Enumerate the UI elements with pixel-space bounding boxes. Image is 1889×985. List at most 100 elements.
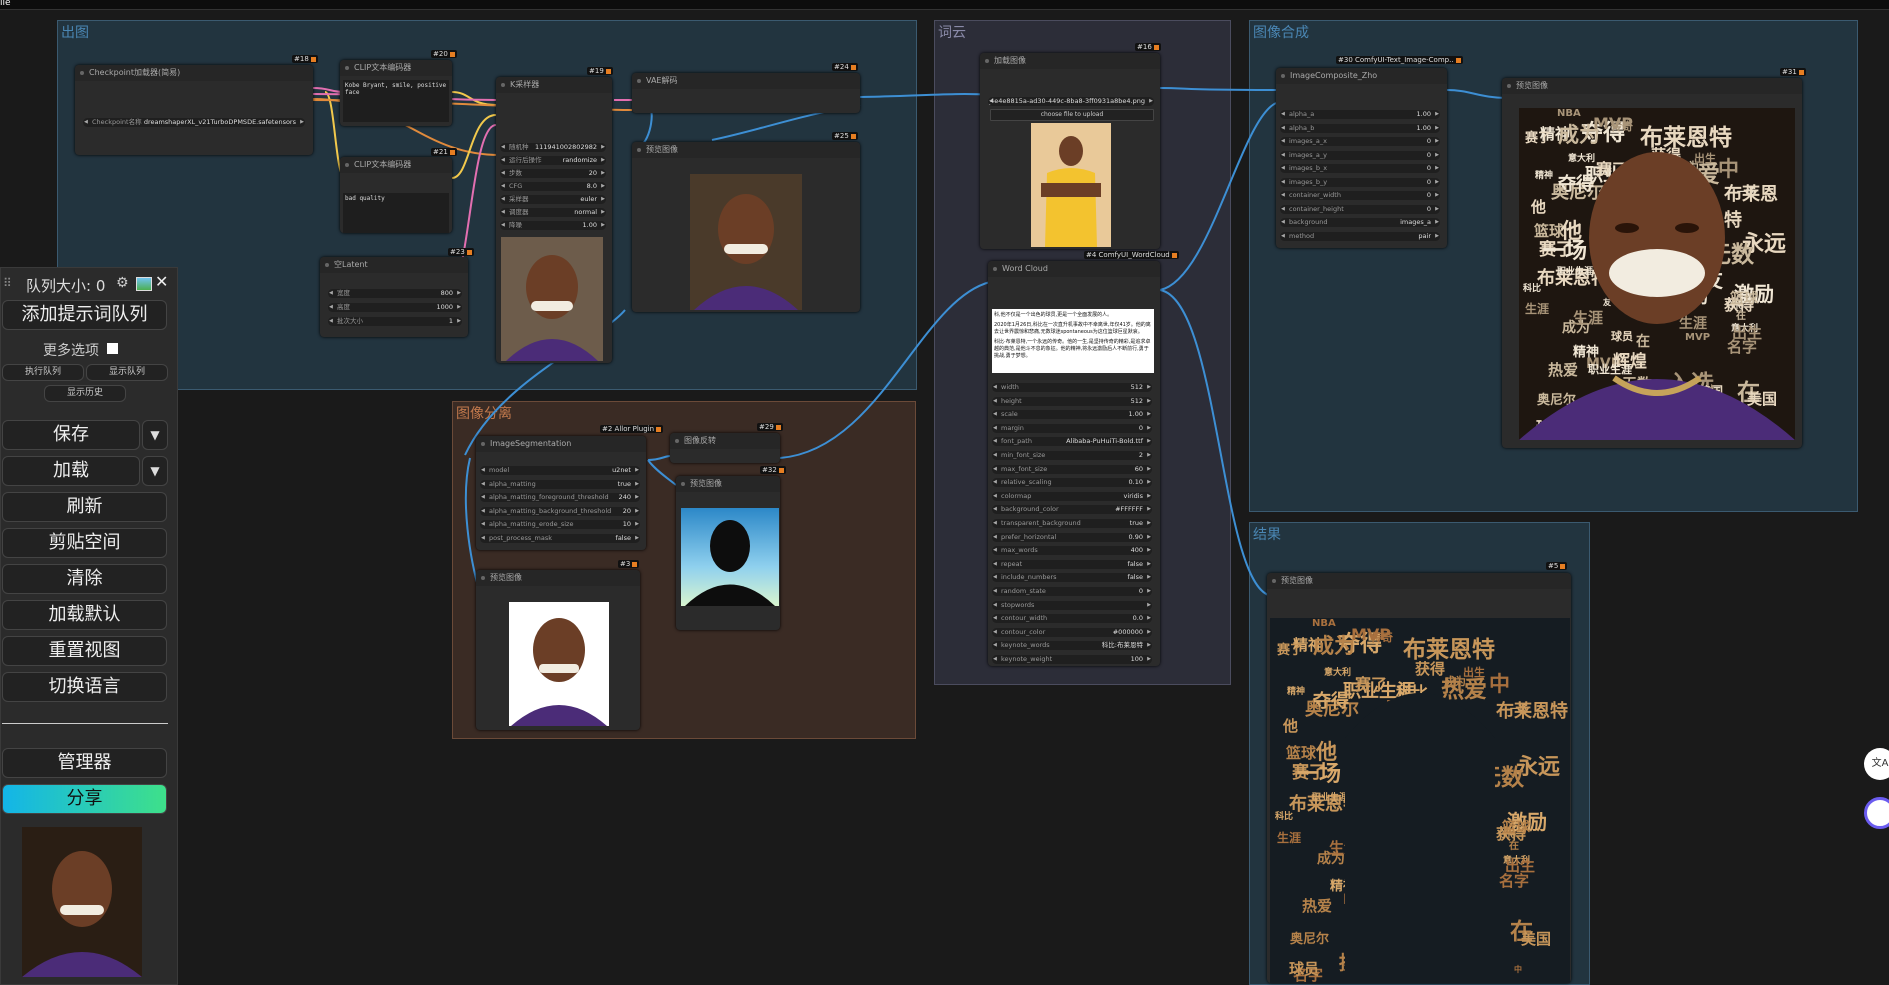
node-image-composite[interactable]: ImageComposite_Zho alpha_a 1.00 alpha_b 1.0… xyxy=(1276,68,1447,248)
node-vae-decode[interactable]: VAE解码 xyxy=(632,73,860,113)
widget-alpha-matting-foreground-threshold[interactable]: alpha_matting_foreground_threshold 240 xyxy=(480,493,640,502)
show-history-button[interactable]: 显示历史 xyxy=(44,385,126,402)
latest-output-thumbnail[interactable] xyxy=(22,827,142,977)
widget-max-font-size[interactable]: max_font_size 60 xyxy=(992,464,1152,474)
widget-height[interactable]: 高度 1000 xyxy=(328,303,462,312)
widget-label: container_height xyxy=(1289,204,1344,213)
node-preview-image-3[interactable]: 预览图像 xyxy=(476,570,640,730)
widget-label: relative_scaling xyxy=(1001,478,1052,487)
load-dropdown-caret[interactable]: ▼ xyxy=(142,456,168,486)
close-icon[interactable]: ✕ xyxy=(155,272,168,291)
widget-label: background xyxy=(1289,218,1328,226)
widget-width[interactable]: 宽度 800 xyxy=(328,289,462,298)
widget-label: max_font_size xyxy=(1001,464,1048,473)
node-checkpoint-loader[interactable]: Checkpoint加载器(简易) Checkpoint名称dreamshape… xyxy=(75,65,313,155)
wordcloud-text-input[interactable]: 科,他不仅是一个出色的球员,更是一个全面发展的人。 2020年1月26日,科比在… xyxy=(992,309,1154,373)
widget-value: pair xyxy=(1418,231,1431,240)
widget-include-numbers[interactable]: include_numbers false xyxy=(992,573,1152,583)
widget-background[interactable]: background images_a xyxy=(1280,218,1440,227)
widget-sampler[interactable]: 采样器 euler xyxy=(500,195,606,204)
widget-steps[interactable]: 步数 20 xyxy=(500,169,606,178)
reset-view-button[interactable]: 重置视图 xyxy=(2,636,167,666)
widget-model[interactable]: model u2net xyxy=(480,466,640,475)
widget-images-b-x[interactable]: images_b_x 0 xyxy=(1280,164,1440,173)
widget-relative-scaling[interactable]: relative_scaling 0.10 xyxy=(992,478,1152,488)
clipspace-button[interactable]: 剪贴空间 xyxy=(2,528,167,558)
execute-queue-button[interactable]: 执行队列 xyxy=(2,364,84,381)
save-button[interactable]: 保存 xyxy=(2,420,140,450)
widget-container-width[interactable]: container_width 0 xyxy=(1280,191,1440,200)
widget-container-height[interactable]: container_height 0 xyxy=(1280,204,1440,214)
widget-contour-color[interactable]: contour_color #000000 xyxy=(992,627,1152,637)
share-button[interactable]: 分享 xyxy=(2,784,167,814)
node-image-segmentation[interactable]: ImageSegmentation model u2net alpha_mattin… xyxy=(476,436,646,550)
widget-max-words[interactable]: max_words 400 xyxy=(992,546,1152,556)
node-image-invert[interactable]: 图像反转 xyxy=(670,433,780,463)
widget-min-font-size[interactable]: min_font_size 2 xyxy=(992,451,1152,460)
widget-margin[interactable]: margin 0 xyxy=(992,423,1152,433)
drag-handle[interactable]: ⠿ xyxy=(3,276,12,290)
widget-prefer-horizontal[interactable]: prefer_horizontal 0.90 xyxy=(992,532,1152,542)
widget-background-color[interactable]: background_color #FFFFFF xyxy=(992,505,1152,515)
widget-scheduler[interactable]: 调度器 normal xyxy=(500,208,606,217)
translate-icon[interactable]: 文A xyxy=(1864,748,1889,780)
widget-post-process-mask[interactable]: post_process_mask false xyxy=(480,533,640,543)
widget-batch-size[interactable]: 批次大小 1 xyxy=(328,317,462,326)
node-ksampler[interactable]: K采样器 随机种 111941002802982 运行后操作 randomize 步… xyxy=(496,77,612,363)
node-load-image[interactable]: 加载图像 safaridinsalim_LA_Lakers_Kobe_Bryan… xyxy=(980,53,1160,249)
widget-images-a-y[interactable]: images_a_y 0 xyxy=(1280,150,1440,160)
node-preview-image-31[interactable]: 预览图像 获得热爱夺得MVP布莱恩特成为科比中他篮球职业生涯NBA赛了年一场传奇… xyxy=(1502,78,1802,448)
widget-alpha-matting-background-threshold[interactable]: alpha_matting_background_threshold 20 xyxy=(480,506,640,516)
prompt-textarea[interactable]: Kobe Bryant, smile, positive face xyxy=(343,80,449,122)
widget-scale[interactable]: scale 1.00 xyxy=(992,410,1152,420)
widget-alpha-matting-erode-size[interactable]: alpha_matting_erode_size 10 xyxy=(480,520,640,529)
load-default-button[interactable]: 加载默认 xyxy=(2,600,167,630)
widget-keynote-weight[interactable]: keynote_weight 100 xyxy=(992,655,1152,664)
widget-denoise[interactable]: 降噪 1.00 xyxy=(500,221,606,230)
widget-images-a-x[interactable]: images_a_x 0 xyxy=(1280,137,1440,146)
widget-method[interactable]: method pair xyxy=(1280,231,1440,241)
upload-button[interactable]: choose file to upload xyxy=(990,109,1154,121)
widget-alpha-matting[interactable]: alpha_matting true xyxy=(480,479,640,489)
widget-stopwords[interactable]: stopwords xyxy=(992,600,1152,610)
widget-alpha-b[interactable]: alpha_b 1.00 xyxy=(1280,123,1440,133)
widget-colormap[interactable]: colormap viridis xyxy=(992,491,1152,501)
node-empty-latent[interactable]: 空Latent 宽度 800 高度 1000 批次大小 1 xyxy=(320,257,468,337)
widget-random-state[interactable]: random_state 0 xyxy=(992,587,1152,596)
node-preview-image-5[interactable]: 预览图像 获得热爱夺得MVP布莱恩特成为科比中他篮球职业生涯NBA赛了年一场传奇… xyxy=(1267,573,1571,983)
switch-language-button[interactable]: 切换语言 xyxy=(2,672,167,702)
widget-font-path[interactable]: font_path Alibaba-PuHuiTi-Bold.ttf xyxy=(992,437,1152,447)
gear-icon[interactable]: ⚙ xyxy=(116,275,129,291)
prompt-textarea[interactable]: bad quality xyxy=(343,193,449,233)
widget-repeat[interactable]: repeat false xyxy=(992,559,1152,569)
widget-width[interactable]: width 512 xyxy=(992,383,1152,392)
show-queue-button[interactable]: 显示队列 xyxy=(86,364,168,381)
node-preview-image-32[interactable]: 预览图像 xyxy=(676,476,780,630)
widget-alpha-a[interactable]: alpha_a 1.00 xyxy=(1280,110,1440,119)
queue-prompt-button[interactable]: 添加提示词队列 xyxy=(2,300,167,330)
manager-button[interactable]: 管理器 xyxy=(2,748,167,778)
widget-checkpoint-name[interactable]: Checkpoint名称dreamshaperXL_v21TurboDPMSDE… xyxy=(83,118,305,127)
widget-seed[interactable]: 随机种 111941002802982 xyxy=(500,143,606,152)
widget-control-after[interactable]: 运行后操作 randomize xyxy=(500,156,606,165)
node-clip-text-encoder-negative[interactable]: CLIP文本编码器 bad quality xyxy=(340,157,452,233)
node-clip-text-encoder-positive[interactable]: CLIP文本编码器 Kobe Bryant, smile, positive f… xyxy=(340,60,452,126)
widget-value: true xyxy=(617,479,631,488)
save-dropdown-caret[interactable]: ▼ xyxy=(142,420,168,450)
widget-image-file[interactable]: safaridinsalim_LA_Lakers_Kobe_Bryant_wea… xyxy=(988,97,1154,106)
image-icon[interactable] xyxy=(136,277,152,291)
assistant-icon[interactable] xyxy=(1864,797,1889,829)
node-word-cloud[interactable]: Word Cloud 科,他不仅是一个出色的球员,更是一个全面发展的人。 202… xyxy=(988,261,1160,666)
widget-cfg[interactable]: CFG 8.0 xyxy=(500,182,606,191)
widget-images-b-y[interactable]: images_b_y 0 xyxy=(1280,177,1440,187)
node-preview-image-25[interactable]: 预览图像 xyxy=(632,142,860,312)
clear-button[interactable]: 清除 xyxy=(2,564,167,594)
widget-height[interactable]: height 512 xyxy=(992,396,1152,406)
more-options-checkbox[interactable] xyxy=(107,343,118,354)
widget-label: 采样器 xyxy=(509,195,529,203)
widget-keynote-words[interactable]: keynote_words 科比:布莱恩特 xyxy=(992,641,1152,651)
load-button[interactable]: 加载 xyxy=(2,456,140,486)
widget-transparent-background[interactable]: transparent_background true xyxy=(992,519,1152,528)
refresh-button[interactable]: 刷新 xyxy=(2,492,167,522)
widget-contour-width[interactable]: contour_width 0.0 xyxy=(992,614,1152,624)
